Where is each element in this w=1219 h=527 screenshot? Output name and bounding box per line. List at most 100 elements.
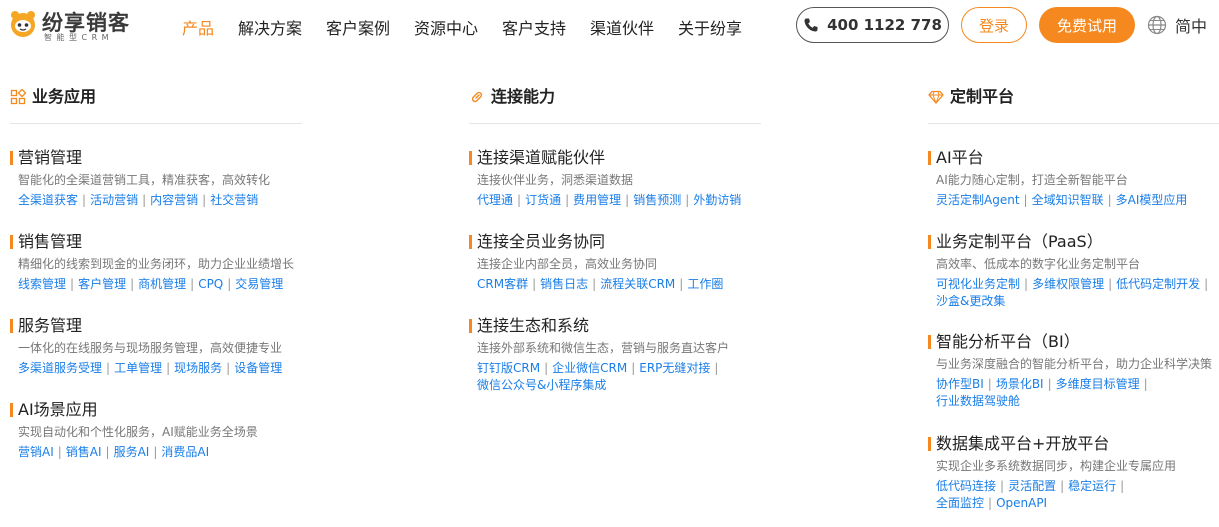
sub-link[interactable]: 灵活配置	[1008, 479, 1056, 493]
free-trial-button[interactable]: 免费试用	[1039, 7, 1135, 43]
sub-link[interactable]: CRM客群	[477, 277, 528, 291]
sub-link[interactable]: 钉钉版CRM	[477, 361, 540, 375]
sub-link[interactable]: 全面监控	[936, 496, 984, 510]
sub-link[interactable]: 灵活定制Agent	[936, 193, 1020, 207]
link-separator: |	[105, 445, 110, 459]
link-separator: |	[106, 361, 111, 375]
diamond-icon	[928, 90, 944, 105]
sub-link[interactable]: 内容营销	[150, 193, 198, 207]
nav-item-1[interactable]: 产品	[182, 15, 214, 39]
nav-item-3[interactable]: 客户案例	[326, 15, 390, 39]
sub-link[interactable]: CPQ	[198, 277, 223, 291]
language-switcher[interactable]: 简中	[1147, 14, 1207, 36]
sub-link[interactable]: 营销AI	[18, 445, 54, 459]
menu-item-description: 与业务深度融合的智能分析平台，助力企业科学决策	[936, 357, 1213, 371]
sub-link[interactable]: 销售预测	[633, 193, 681, 207]
brand-logo[interactable]: 纷享销客 智能型CRM	[8, 7, 136, 43]
link-separator: |	[1023, 193, 1028, 207]
nav-item-4[interactable]: 资源中心	[414, 15, 478, 39]
nav-item-6[interactable]: 渠道伙伴	[590, 15, 654, 39]
menu-item-title[interactable]: 连接全员业务协同	[469, 232, 759, 252]
link-separator: |	[544, 361, 549, 375]
sub-link[interactable]: 现场服务	[174, 361, 222, 375]
sub-link[interactable]: 活动营销	[90, 193, 138, 207]
link-separator: |	[153, 445, 158, 459]
sub-link[interactable]: 多AI模型应用	[1116, 193, 1188, 207]
phone-button[interactable]: 400 1122 778	[796, 7, 949, 43]
sub-link[interactable]: 社交营销	[210, 193, 258, 207]
login-button[interactable]: 登录	[961, 7, 1027, 43]
sub-link[interactable]: 可视化业务定制	[936, 277, 1020, 291]
sub-link[interactable]: 服务AI	[114, 445, 150, 459]
menu-item-title[interactable]: 连接生态和系统	[469, 316, 759, 336]
nav-item-7[interactable]: 关于纷享	[678, 15, 742, 39]
sub-link[interactable]: 流程关联CRM	[600, 277, 675, 291]
sub-link[interactable]: 交易管理	[235, 277, 283, 291]
sub-link[interactable]: 行业数据驾驶舱	[936, 394, 1020, 408]
sub-link[interactable]: 线索管理	[18, 277, 66, 291]
menu-item-description: 实现自动化和个性化服务，AI赋能业务全场景	[18, 425, 258, 439]
sub-link[interactable]: 低代码连接	[936, 479, 996, 493]
menu-item: 营销管理 智能化的全渠道营销工具，精准获客，高效转化 全渠道获客 | 活动营销 | 内容营销…	[10, 148, 310, 209]
menu-item-title[interactable]: 营销管理	[10, 148, 310, 168]
sub-link[interactable]: 客户管理	[78, 277, 126, 291]
menu-item-title[interactable]: 连接渠道赋能伙伴	[469, 148, 759, 168]
menu-item-title[interactable]: AI平台	[928, 148, 1218, 168]
menu-item-title[interactable]: 智能分析平台（BI）	[928, 332, 1218, 352]
menu-item-title[interactable]: AI场景应用	[10, 400, 310, 420]
link-separator: |	[517, 193, 522, 207]
sub-link[interactable]: 全渠道获客	[18, 193, 78, 207]
menu-item-description: AI能力随心定制，打造全新智能平台	[936, 173, 1128, 187]
sub-link[interactable]: 稳定运行	[1068, 479, 1116, 493]
link-separator: |	[565, 193, 570, 207]
menu-item-links: CRM客群 | 销售日志 | 流程关联CRM | 工作圈	[469, 276, 759, 293]
menu-item-title[interactable]: 数据集成平台+开放平台	[928, 434, 1218, 454]
sub-link[interactable]: 全域知识智联	[1032, 193, 1104, 207]
sub-link[interactable]: 销售AI	[66, 445, 102, 459]
sub-link[interactable]: 工作圈	[687, 277, 723, 291]
menu-item: 智能分析平台（BI） 与业务深度融合的智能分析平台，助力企业科学决策 协作型BI | 场…	[928, 332, 1218, 410]
sub-link[interactable]: 代理通	[477, 193, 513, 207]
sub-link[interactable]: 微信公众号&小程序集成	[477, 378, 606, 392]
sub-link[interactable]: 订货通	[525, 193, 561, 207]
sub-link[interactable]: 工单管理	[114, 361, 162, 375]
sub-link[interactable]: 费用管理	[573, 193, 621, 207]
nav-item-5[interactable]: 客户支持	[502, 15, 566, 39]
sub-link[interactable]: 多维权限管理	[1032, 277, 1104, 291]
sub-link[interactable]: 消费品AI	[161, 445, 209, 459]
sub-link[interactable]: ERP无缝对接	[639, 361, 710, 375]
grid-icon	[10, 89, 26, 105]
sub-link[interactable]: 场景化BI	[996, 377, 1044, 391]
sub-link[interactable]: 销售日志	[540, 277, 588, 291]
sub-link[interactable]: 商机管理	[138, 277, 186, 291]
sub-link[interactable]: 沙盒&更改集	[936, 294, 1005, 308]
menu-item-title[interactable]: 业务定制平台（PaaS）	[928, 232, 1218, 252]
link-separator: |	[1024, 277, 1029, 291]
sub-link[interactable]: OpenAPI	[996, 496, 1047, 510]
menu-column-1: 业务应用 营销管理 智能化的全渠道营销工具，精准获客，高效转化 全渠道获客 | 活动营销 |…	[10, 86, 302, 459]
menu-item-description: 连接企业内部全员，高效业务协同	[477, 257, 658, 271]
sub-link[interactable]: 多维度目标管理	[1056, 377, 1140, 391]
phone-number: 400 1122 778	[827, 16, 942, 34]
link-separator: |	[679, 277, 684, 291]
menu-item-title[interactable]: 销售管理	[10, 232, 310, 252]
sub-link[interactable]: 协作型BI	[936, 377, 984, 391]
link-separator: |	[685, 193, 690, 207]
link-separator: |	[631, 361, 636, 375]
nav-item-2[interactable]: 解决方案	[238, 15, 302, 39]
menu-item-description: 连接伙伴业务，洞悉渠道数据	[477, 173, 634, 187]
menu-item-description: 精细化的线索到现金的业务闭环，助力企业业绩增长	[18, 257, 295, 271]
link-separator: |	[1143, 377, 1148, 391]
menu-column-2: 连接能力 连接渠道赋能伙伴 连接伙伴业务，洞悉渠道数据 代理通 | 订货通 | 费用管理 | 销售…	[469, 86, 761, 392]
link-separator: |	[592, 277, 597, 291]
menu-item: 连接生态和系统 连接外部系统和微信生态，营销与服务直达客户 钉钉版CRM | 企业微信C…	[469, 316, 759, 394]
link-separator: |	[1108, 277, 1113, 291]
top-header: 纷享销客 智能型CRM 产品 解决方案 客户案例 资源中心 客户支持 渠道伙伴 关于纷享 4…	[0, 0, 1219, 50]
sub-link[interactable]: 多渠道服务受理	[18, 361, 102, 375]
menu-item: 连接全员业务协同 连接企业内部全员，高效业务协同 CRM客群 | 销售日志 | 流程关联CR…	[469, 232, 759, 293]
sub-link[interactable]: 低代码定制开发	[1116, 277, 1200, 291]
sub-link[interactable]: 设备管理	[234, 361, 282, 375]
sub-link[interactable]: 企业微信CRM	[552, 361, 627, 375]
menu-item-title[interactable]: 服务管理	[10, 316, 310, 336]
sub-link[interactable]: 外勤访销	[693, 193, 741, 207]
